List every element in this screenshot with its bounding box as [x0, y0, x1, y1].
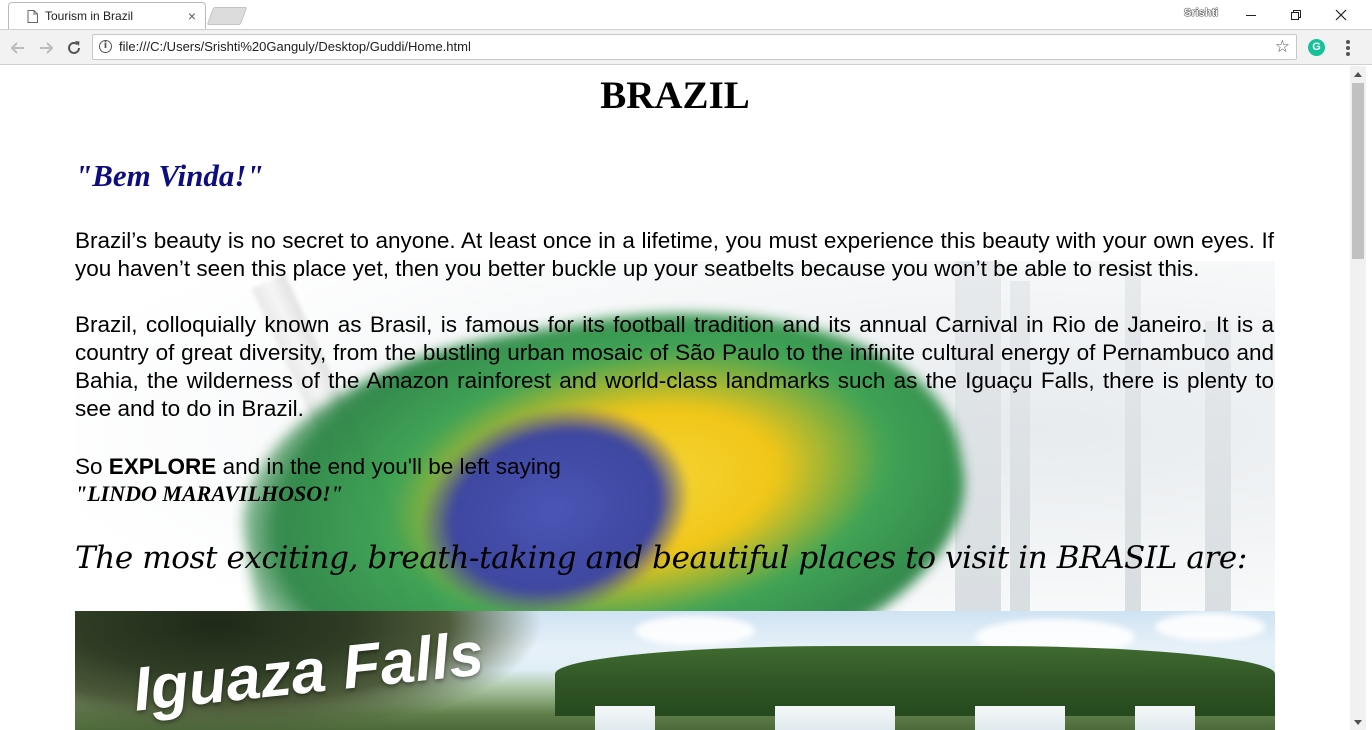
- welcome-heading: "Bem Vinda!": [75, 158, 264, 193]
- grammarly-extension-icon[interactable]: G: [1308, 39, 1325, 56]
- iguazu-falls-image[interactable]: Iguaza Falls: [75, 611, 1275, 730]
- vertical-scrollbar[interactable]: [1350, 66, 1366, 730]
- page-viewport: BRAZIL "Bem Vinda!" Brazil’s beauty is n…: [0, 66, 1350, 730]
- forward-button[interactable]: [36, 38, 56, 58]
- info-icon[interactable]: i: [99, 40, 112, 53]
- reload-icon: [68, 41, 80, 54]
- tab-close-icon[interactable]: ×: [184, 8, 200, 24]
- arrow-right-icon: [40, 42, 54, 54]
- explore-suffix: and in the end you'll be left saying: [216, 454, 561, 479]
- explore-line: So EXPLORE and in the end you'll be left…: [75, 453, 561, 481]
- url-text[interactable]: file:///C:/Users/Srishti%20Ganguly/Deskt…: [119, 39, 471, 54]
- minimize-icon: [1246, 14, 1256, 16]
- browser-tab[interactable]: Tourism in Brazil ×: [8, 2, 206, 29]
- description-paragraph: Brazil, colloquially known as Brasil, is…: [75, 312, 1274, 421]
- reload-button[interactable]: [64, 38, 84, 58]
- scroll-up-icon[interactable]: [1354, 72, 1362, 77]
- explore-prefix: So: [75, 454, 109, 479]
- tab-title: Tourism in Brazil: [45, 9, 134, 23]
- scrollbar-thumb[interactable]: [1352, 83, 1364, 259]
- close-icon: [1335, 9, 1347, 20]
- places-heading: The most exciting, breath-taking and bea…: [75, 540, 1247, 576]
- address-bar[interactable]: i file:///C:/Users/Srishti%20Ganguly/Des…: [92, 34, 1297, 60]
- restore-button[interactable]: [1273, 0, 1319, 29]
- document-icon: [27, 10, 38, 23]
- intro-paragraph: Brazil’s beauty is no secret to anyone. …: [75, 228, 1274, 281]
- window-edge: [1366, 66, 1372, 730]
- lindo-quote: "LINDO MARAVILHOSO!": [75, 481, 343, 506]
- kebab-menu-icon[interactable]: [1340, 38, 1356, 58]
- close-window-button[interactable]: [1318, 0, 1364, 29]
- explore-bold: EXPLORE: [108, 454, 217, 479]
- arrow-left-icon: [10, 42, 24, 54]
- star-icon[interactable]: ☆: [1275, 37, 1290, 57]
- restore-icon: [1291, 9, 1301, 20]
- back-button[interactable]: [8, 38, 28, 58]
- page-title: BRAZIL: [600, 74, 750, 117]
- new-tab-button[interactable]: [206, 7, 248, 25]
- tab-strip: Tourism in Brazil × Srishti: [0, 0, 1372, 29]
- minimize-button[interactable]: [1228, 0, 1274, 29]
- scroll-down-icon[interactable]: [1354, 720, 1362, 725]
- browser-toolbar: i file:///C:/Users/Srishti%20Ganguly/Des…: [0, 29, 1372, 65]
- profile-name[interactable]: Srishti: [1184, 7, 1218, 19]
